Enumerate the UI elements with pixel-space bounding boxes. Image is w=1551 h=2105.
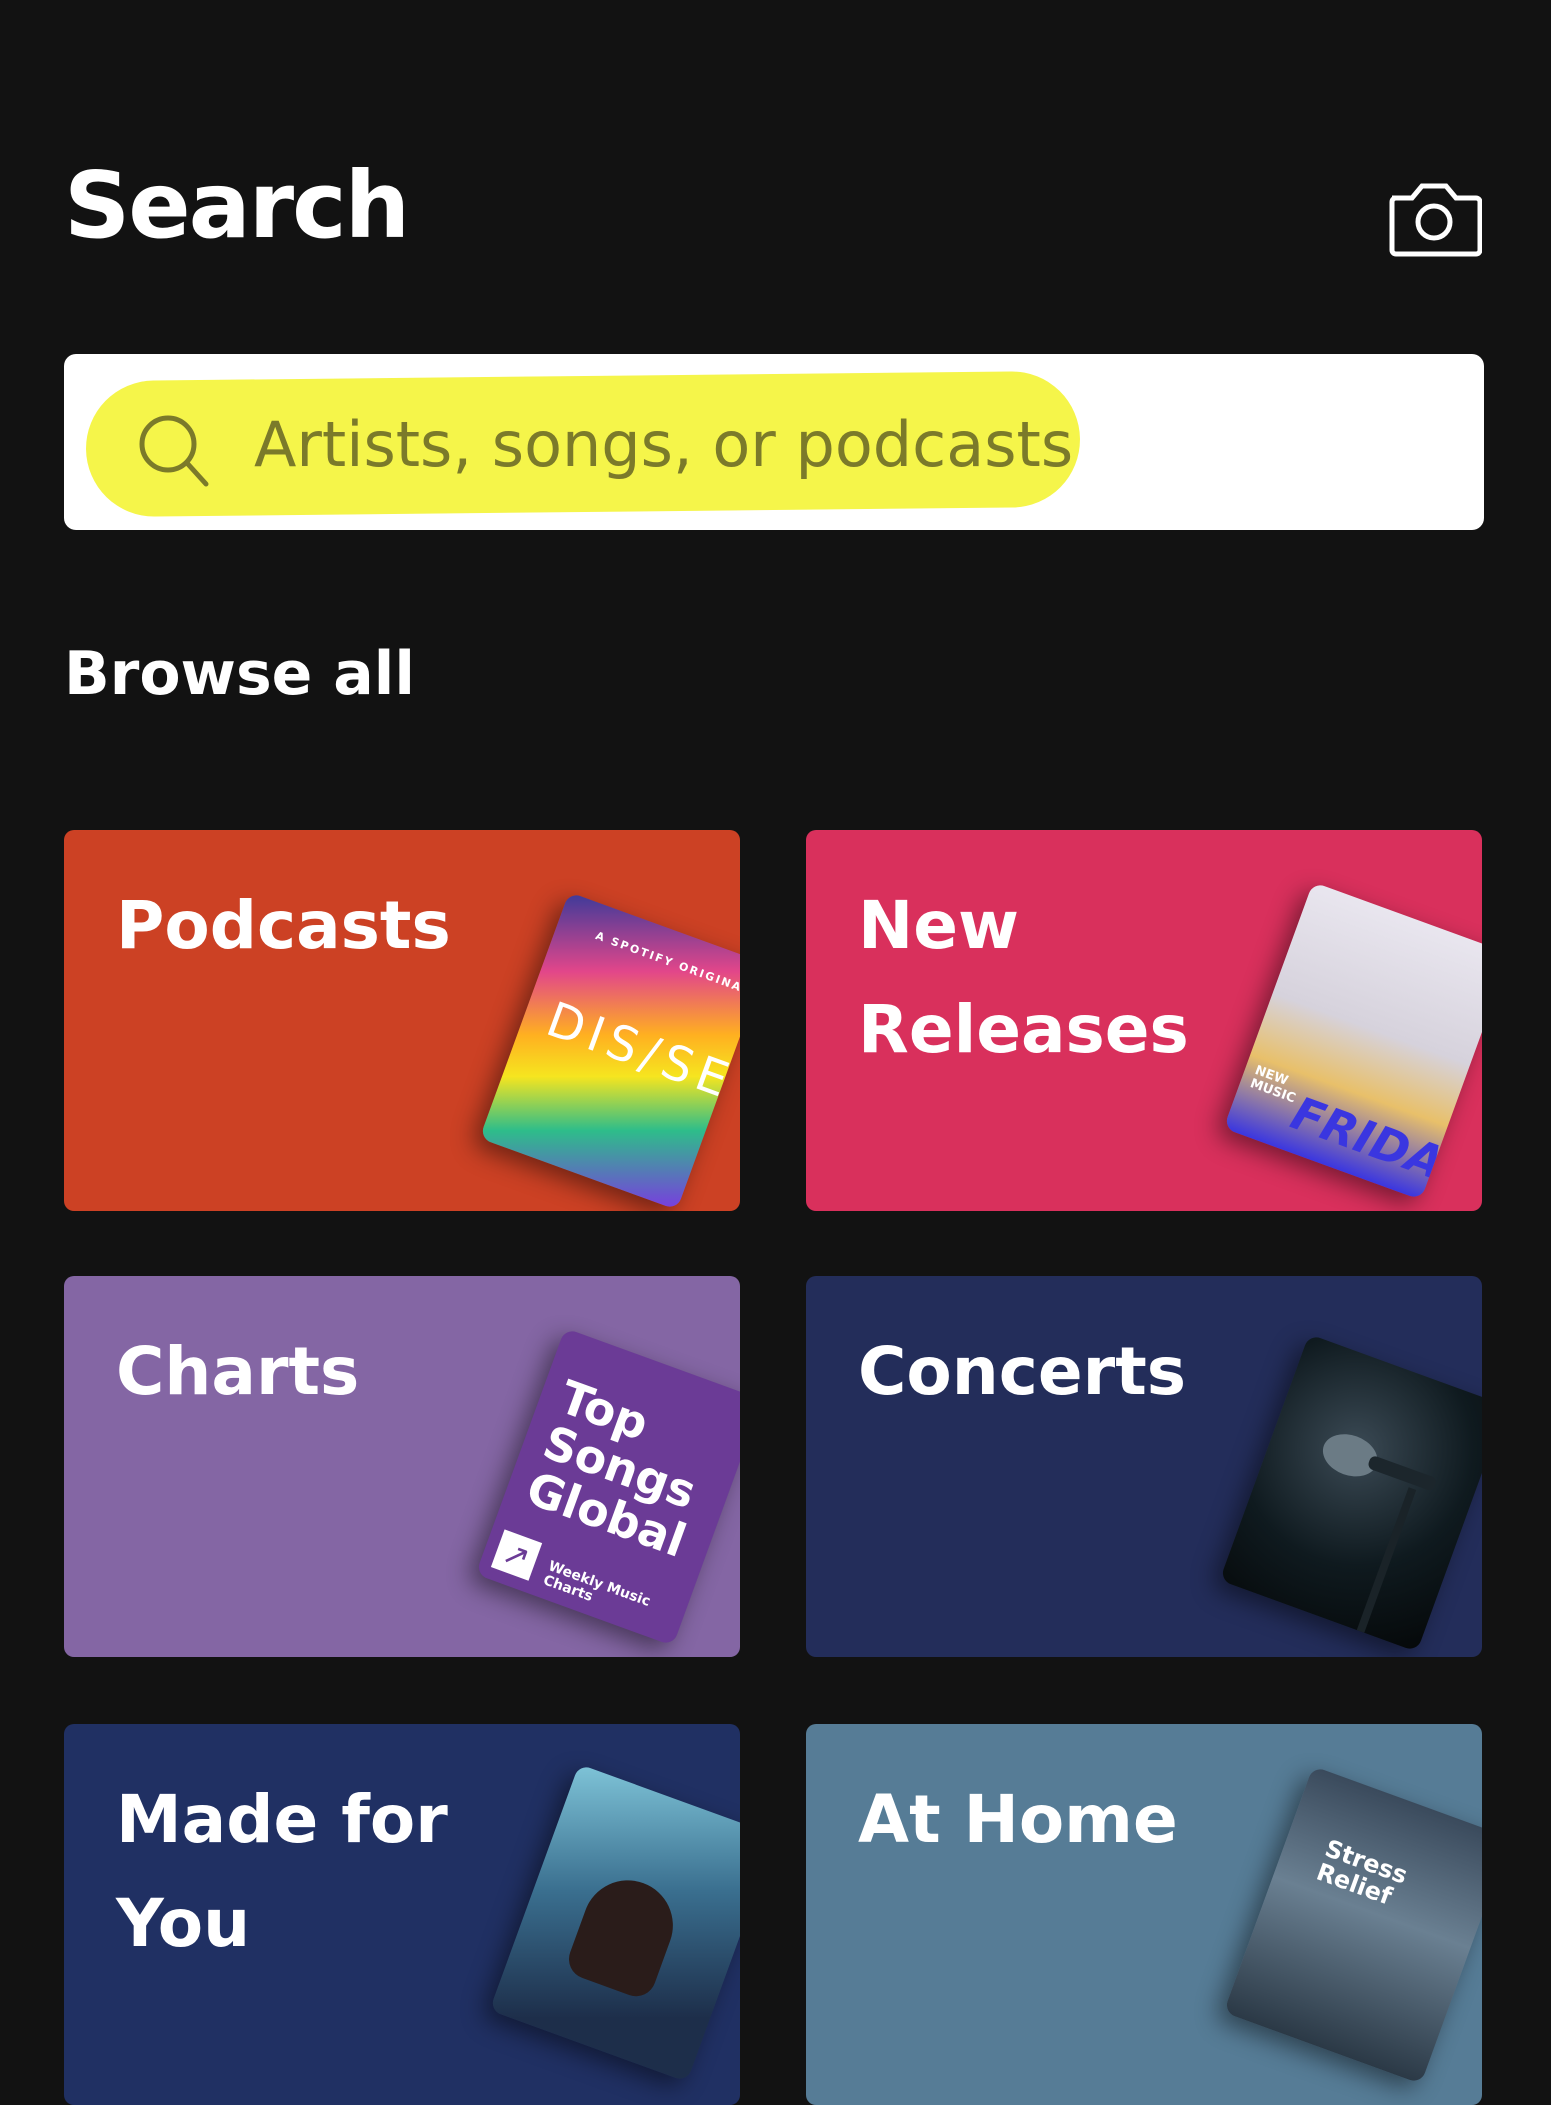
tile-label: At Home (858, 1781, 1178, 1858)
search-input[interactable] (254, 384, 1134, 504)
chart-arrow-icon: ↗ (490, 1529, 543, 1581)
camera-icon (1389, 183, 1483, 257)
tile-label: Podcasts (116, 887, 451, 964)
tile-label: Made for You (116, 1781, 448, 1962)
portrait-shape (563, 1867, 686, 2002)
category-tile-made-for-you[interactable]: Made for You (64, 1724, 740, 2105)
tile-label: Charts (116, 1333, 360, 1410)
art-small-text: A SPOTIFY ORIGINAL (593, 929, 740, 998)
tile-label: New Releases (858, 887, 1189, 1068)
art-title-text: FRIDAY (1284, 1085, 1478, 1201)
category-tile-at-home[interactable]: At Home Stress Relief (806, 1724, 1482, 2105)
category-tile-new-releases[interactable]: New Releases NEW MUSIC FRIDAY (806, 830, 1482, 1211)
category-tile-charts[interactable]: Charts Top Songs Global Weekly Music Cha… (64, 1276, 740, 1657)
search-icon (139, 415, 209, 487)
tile-label: Concerts (858, 1333, 1187, 1410)
page-title: Search (64, 152, 410, 259)
search-bar[interactable] (64, 354, 1484, 530)
browse-all-heading: Browse all (64, 639, 415, 709)
category-tile-podcasts[interactable]: Podcasts A SPOTIFY ORIGINAL DIS/SEC (64, 830, 740, 1211)
camera-button[interactable] (1386, 176, 1483, 260)
art-title-text: DIS/SEC (539, 991, 740, 1125)
art-title-text: Stress Relief (1312, 1834, 1412, 1911)
category-tile-concerts[interactable]: Concerts (806, 1276, 1482, 1657)
art-small-text: Weekly Music Charts (541, 1558, 653, 1610)
